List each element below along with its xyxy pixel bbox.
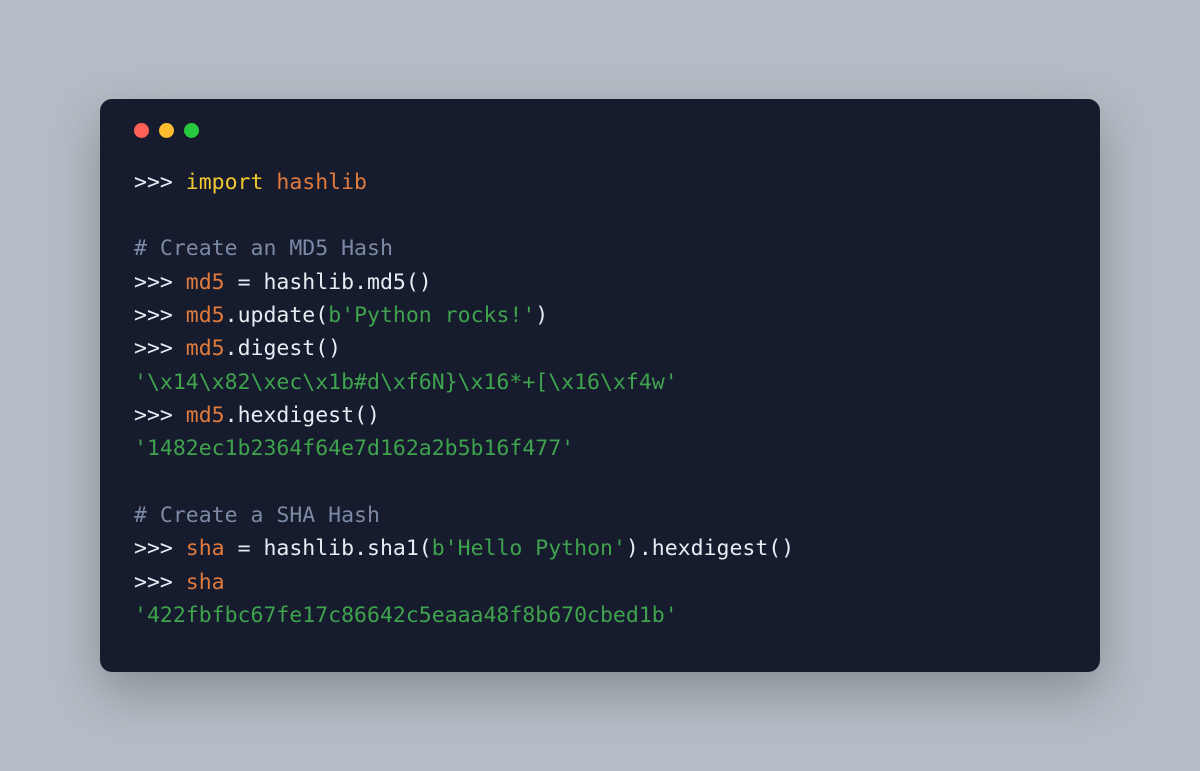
line-4: >>> md5 = hashlib.md5() <box>134 270 432 295</box>
close-icon[interactable] <box>134 123 149 138</box>
blank-line <box>134 199 1066 232</box>
line-8: >>> md5.hexdigest() <box>134 403 380 428</box>
repl-prompt: >>> <box>134 536 186 561</box>
call-digest: .digest() <box>225 336 342 361</box>
line-13: >>> sha <box>134 570 225 595</box>
repl-prompt: >>> <box>134 403 186 428</box>
line-12: >>> sha = hashlib.sha1(b'Hello Python').… <box>134 536 794 561</box>
ident-sha: sha <box>186 536 225 561</box>
ident-md5: md5 <box>186 336 225 361</box>
code-block: >>> import hashlib # Create an MD5 Hash … <box>134 166 1066 632</box>
zoom-icon[interactable] <box>184 123 199 138</box>
string-arg: b'Hello Python' <box>432 536 626 561</box>
keyword-import: import <box>186 170 277 195</box>
line-6: >>> md5.digest() <box>134 336 341 361</box>
repl-prompt: >>> <box>134 170 186 195</box>
ident-md5: md5 <box>186 403 225 428</box>
comment-sha: # Create a SHA Hash <box>134 503 380 528</box>
comment-md5: # Create an MD5 Hash <box>134 236 393 261</box>
output-hexdigest: '1482ec1b2364f64e7d162a2b5b16f477' <box>134 436 574 461</box>
call-chain: ).hexdigest() <box>626 536 794 561</box>
module-hashlib: hashlib <box>276 170 367 195</box>
line-5: >>> md5.update(b'Python rocks!') <box>134 303 548 328</box>
output-digest: '\x14\x82\xec\x1b#d\xf6N}\x16*+[\x16\xf4… <box>134 370 678 395</box>
blank-line <box>134 466 1066 499</box>
ident-sha: sha <box>186 570 225 595</box>
minimize-icon[interactable] <box>159 123 174 138</box>
assign-md5: = hashlib.md5() <box>225 270 432 295</box>
repl-prompt: >>> <box>134 570 186 595</box>
line-1: >>> import hashlib <box>134 170 367 195</box>
window-titlebar <box>134 123 1066 138</box>
string-arg: b'Python rocks!' <box>328 303 535 328</box>
repl-prompt: >>> <box>134 303 186 328</box>
ident-md5: md5 <box>186 270 225 295</box>
repl-prompt: >>> <box>134 336 186 361</box>
call-update: .update( <box>225 303 329 328</box>
ident-md5: md5 <box>186 303 225 328</box>
call-hexdigest: .hexdigest() <box>225 403 380 428</box>
paren-close: ) <box>535 303 548 328</box>
repl-prompt: >>> <box>134 270 186 295</box>
output-sha: '422fbfbc67fe17c86642c5eaaa48f8b670cbed1… <box>134 603 678 628</box>
terminal-window: >>> import hashlib # Create an MD5 Hash … <box>100 99 1100 672</box>
assign-sha: = hashlib.sha1( <box>225 536 432 561</box>
